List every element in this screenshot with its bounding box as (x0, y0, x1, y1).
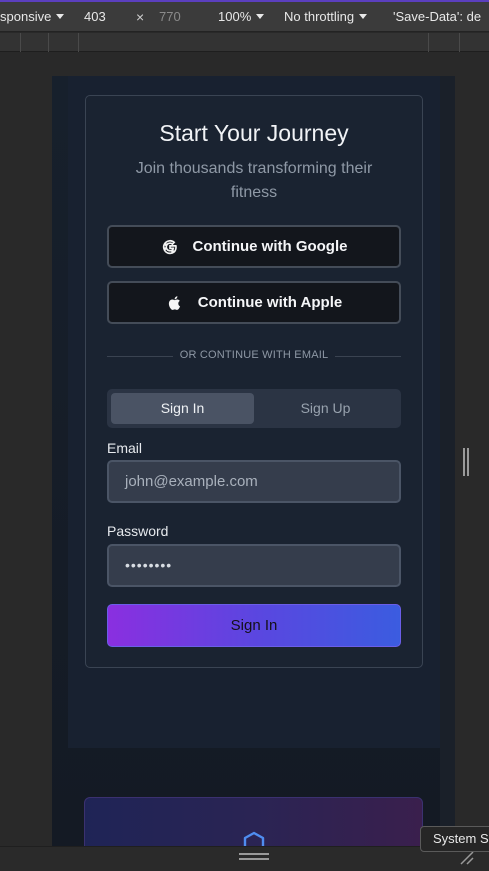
apple-icon (168, 295, 180, 310)
promo-banner (84, 797, 423, 846)
media-query-ruler[interactable] (0, 33, 489, 52)
password-field[interactable]: •••••••• (107, 544, 401, 587)
device-toolbar: sponsive 403 × 770 100% No throttling 'S… (0, 2, 489, 32)
email-field[interactable]: john@example.com (107, 460, 401, 503)
zoom-select[interactable]: 100% (218, 2, 265, 32)
tab-sign-up[interactable]: Sign Up (254, 393, 397, 424)
chevron-down-icon (256, 14, 265, 19)
page-title: Start Your Journey (159, 120, 349, 146)
ruler-tick (78, 33, 79, 52)
device-mode-label: sponsive (0, 9, 52, 24)
save-data-select[interactable]: 'Save-Data': de (393, 2, 481, 32)
google-signin-label: Continue with Google (192, 238, 348, 255)
chevron-down-icon (359, 14, 368, 19)
password-label: Password (107, 523, 169, 539)
auth-card: Start Your Journey Join thousands transf… (85, 95, 423, 668)
resize-handle-right[interactable] (462, 448, 470, 476)
auth-tabs: Sign In Sign Up (107, 389, 401, 428)
resize-handle-bottom[interactable] (239, 852, 269, 862)
email-divider: OR CONTINUE WITH EMAIL (107, 349, 401, 363)
divider-line (335, 356, 401, 357)
ruler-tick (428, 33, 429, 52)
google-signin-button[interactable]: Continue with Google (107, 225, 401, 268)
apple-signin-button[interactable]: Continue with Apple (107, 281, 401, 324)
dimension-separator: × (136, 9, 145, 25)
hexagon-icon (243, 831, 265, 846)
zoom-label: 100% (218, 9, 252, 24)
apple-signin-label: Continue with Apple (197, 294, 343, 311)
sign-in-button[interactable]: Sign In (107, 604, 401, 647)
tab-sign-in[interactable]: Sign In (111, 393, 254, 424)
ruler-tick (459, 33, 460, 52)
ruler-tick (48, 33, 49, 52)
email-label: Email (107, 440, 143, 456)
width-input[interactable]: 403 (84, 2, 106, 32)
throttling-select[interactable]: No throttling (284, 2, 368, 32)
page-side-band (440, 76, 455, 846)
ruler-tick (20, 33, 21, 52)
device-mode-select[interactable]: sponsive (0, 2, 65, 32)
height-input[interactable]: 770 (159, 2, 181, 32)
google-icon (162, 239, 177, 254)
device-viewport: Start Your Journey Join thousands transf… (52, 76, 455, 846)
resize-corner-icon[interactable] (459, 851, 475, 865)
throttling-label: No throttling (284, 9, 355, 24)
page-subtitle: Join thousands transforming their fitnes… (135, 160, 373, 201)
tooltip: System S (420, 826, 489, 852)
chevron-down-icon (56, 14, 65, 19)
divider-text: OR CONTINUE WITH EMAIL (179, 349, 329, 361)
devtools-window: sponsive 403 × 770 100% No throttling 'S… (0, 0, 489, 871)
